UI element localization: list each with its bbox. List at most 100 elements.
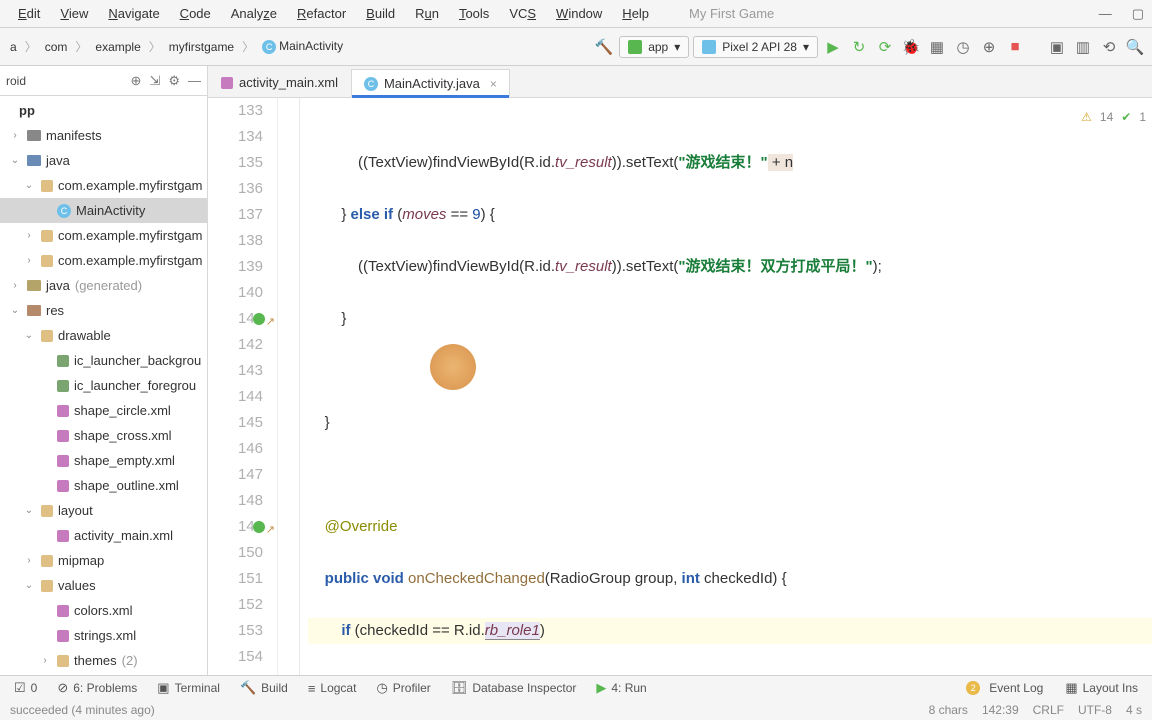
- status-indent[interactable]: 4 s: [1126, 703, 1142, 717]
- tree-javagen[interactable]: ›java (generated): [0, 273, 207, 298]
- tool-layoutinspector[interactable]: ▦Layout Ins: [1057, 676, 1146, 700]
- tree-layout[interactable]: ⌄layout: [0, 498, 207, 523]
- tree-shape-cross[interactable]: shape_cross.xml: [0, 423, 207, 448]
- maximize-icon[interactable]: ▢: [1132, 6, 1144, 22]
- menu-window[interactable]: Window: [546, 2, 612, 25]
- expand-icon[interactable]: ⇲: [149, 73, 160, 89]
- editor-tabs: activity_main.xml C MainActivity.java ×: [208, 66, 1152, 98]
- tree-values[interactable]: ⌄values: [0, 573, 207, 598]
- tree-pkg2[interactable]: ›com.example.myfirstgam: [0, 223, 207, 248]
- tree-manifests[interactable]: ›manifests: [0, 123, 207, 148]
- tree-strings[interactable]: strings.xml: [0, 623, 207, 648]
- run-icon[interactable]: ▶: [822, 36, 844, 58]
- tool-build[interactable]: 🔨Build: [232, 676, 296, 700]
- crumb-0[interactable]: a: [6, 38, 21, 56]
- gear-icon[interactable]: ⚙: [168, 73, 180, 89]
- crumb-2[interactable]: example: [91, 38, 144, 56]
- coverage-icon[interactable]: ▦: [926, 36, 948, 58]
- status-encoding[interactable]: UTF-8: [1078, 703, 1112, 717]
- tree-shape-outline[interactable]: shape_outline.xml: [0, 473, 207, 498]
- tree-activity-main[interactable]: activity_main.xml: [0, 523, 207, 548]
- search-icon[interactable]: 🔍: [1124, 36, 1146, 58]
- tool-profiler[interactable]: ◷Profiler: [368, 676, 438, 700]
- menu-code[interactable]: Code: [170, 2, 221, 25]
- hide-icon[interactable]: —: [188, 73, 201, 88]
- menu-edit[interactable]: Edit: [8, 2, 50, 25]
- bottom-toolbar: ☑0 ⊘6: Problems ▣Terminal 🔨Build ≡Logcat…: [0, 675, 1152, 700]
- editor-area: activity_main.xml C MainActivity.java × …: [208, 66, 1152, 675]
- status-lineending[interactable]: CRLF: [1033, 703, 1064, 717]
- crumb-3[interactable]: myfirstgame: [165, 38, 238, 56]
- apply-code-icon[interactable]: ⟳: [874, 36, 896, 58]
- tab-mainactivity[interactable]: C MainActivity.java ×: [351, 69, 510, 98]
- apply-changes-icon[interactable]: ↻: [848, 36, 870, 58]
- tree-pkg3[interactable]: ›com.example.myfirstgam: [0, 248, 207, 273]
- crumb-1[interactable]: com: [41, 38, 72, 56]
- chevron-down-icon: ▾: [803, 40, 809, 54]
- tool-todo[interactable]: ☑0: [6, 676, 45, 700]
- menu-refactor[interactable]: Refactor: [287, 2, 356, 25]
- status-pos[interactable]: 142:39: [982, 703, 1019, 717]
- inspection-badges[interactable]: ⚠14 ✔1: [1081, 104, 1146, 130]
- sync-icon[interactable]: ⟲: [1098, 36, 1120, 58]
- debug-icon[interactable]: 🐞: [900, 36, 922, 58]
- menu-build[interactable]: Build: [356, 2, 405, 25]
- close-icon[interactable]: ×: [490, 77, 497, 91]
- menu-help[interactable]: Help: [612, 2, 659, 25]
- tree-shape-empty[interactable]: shape_empty.xml: [0, 448, 207, 473]
- run-controls: 🔨 app ▾ Pixel 2 API 28 ▾ ▶ ↻ ⟳ 🐞 ▦ ◷ ⊕ ■…: [593, 36, 1146, 58]
- menu-analyze[interactable]: Analyze: [221, 2, 287, 25]
- line-gutter: 133134135136 137138139140 141↗ 142143144…: [208, 98, 278, 675]
- run-config-select[interactable]: app ▾: [619, 36, 689, 58]
- tree-pkg1[interactable]: ⌄com.example.myfirstgam: [0, 173, 207, 198]
- tree-ic-bg[interactable]: ic_launcher_backgrou: [0, 348, 207, 373]
- tree-java[interactable]: ⌄java: [0, 148, 207, 173]
- project-title: My First Game: [689, 6, 774, 21]
- menubar: Edit View Navigate Code Analyze Refactor…: [0, 0, 1152, 28]
- menu-tools[interactable]: Tools: [449, 2, 499, 25]
- tree-colors[interactable]: colors.xml: [0, 598, 207, 623]
- device-select[interactable]: Pixel 2 API 28 ▾: [693, 36, 818, 58]
- sdk-icon[interactable]: ▥: [1072, 36, 1094, 58]
- menu-run[interactable]: Run: [405, 2, 449, 25]
- target-icon[interactable]: ⊕: [131, 73, 142, 89]
- project-tree: pp ›manifests ⌄java ⌄com.example.myfirst…: [0, 96, 207, 673]
- profile-icon[interactable]: ◷: [952, 36, 974, 58]
- tree-mainactivity[interactable]: CMainActivity: [0, 198, 207, 223]
- breadcrumb: a〉 com〉 example〉 myfirstgame〉 CMainActiv…: [6, 37, 347, 56]
- tool-terminal[interactable]: ▣Terminal: [149, 676, 228, 700]
- tree-shape-circle[interactable]: shape_circle.xml: [0, 398, 207, 423]
- tree-root[interactable]: pp: [0, 98, 207, 123]
- tool-run[interactable]: ▶4: Run: [588, 676, 654, 700]
- override-marker-icon[interactable]: [253, 313, 265, 325]
- class-icon: C: [364, 77, 378, 91]
- tree-drawable[interactable]: ⌄drawable: [0, 323, 207, 348]
- tab-activity-main[interactable]: activity_main.xml: [208, 68, 351, 97]
- hammer-icon[interactable]: 🔨: [593, 36, 615, 58]
- attach-debugger-icon[interactable]: ⊕: [978, 36, 1000, 58]
- code-editor[interactable]: 133134135136 137138139140 141↗ 142143144…: [208, 98, 1152, 675]
- menu-vcs[interactable]: VCS: [499, 2, 546, 25]
- avd-icon[interactable]: ▣: [1046, 36, 1068, 58]
- android-icon: [628, 40, 642, 54]
- minimize-icon[interactable]: —: [1099, 6, 1112, 22]
- tool-db-inspector[interactable]: 🗄Database Inspector: [443, 676, 585, 700]
- menu-view[interactable]: View: [50, 2, 98, 25]
- tool-eventlog[interactable]: 2Event Log: [958, 676, 1051, 700]
- event-badge: 2: [966, 681, 980, 695]
- menu-navigate[interactable]: Navigate: [98, 2, 169, 25]
- stop-icon[interactable]: ■: [1004, 36, 1026, 58]
- crumb-4[interactable]: CMainActivity: [258, 37, 347, 56]
- tree-res[interactable]: ⌄res: [0, 298, 207, 323]
- tool-logcat[interactable]: ≡Logcat: [300, 677, 365, 700]
- tree-themes[interactable]: ›themes (2): [0, 648, 207, 673]
- override-marker-icon[interactable]: [253, 521, 265, 533]
- tree-mipmap[interactable]: ›mipmap: [0, 548, 207, 573]
- tree-ic-fg[interactable]: ic_launcher_foregrou: [0, 373, 207, 398]
- source-code[interactable]: ⚠14 ✔1 ((TextView)findViewById(R.id.tv_r…: [300, 98, 1152, 675]
- device-label: Pixel 2 API 28: [722, 40, 797, 54]
- sidebar-mode[interactable]: roid: [6, 74, 26, 88]
- sidebar-header: roid ⊕ ⇲ ⚙ —: [0, 66, 207, 96]
- status-chars: 8 chars: [929, 703, 968, 717]
- tool-problems[interactable]: ⊘6: Problems: [49, 676, 145, 700]
